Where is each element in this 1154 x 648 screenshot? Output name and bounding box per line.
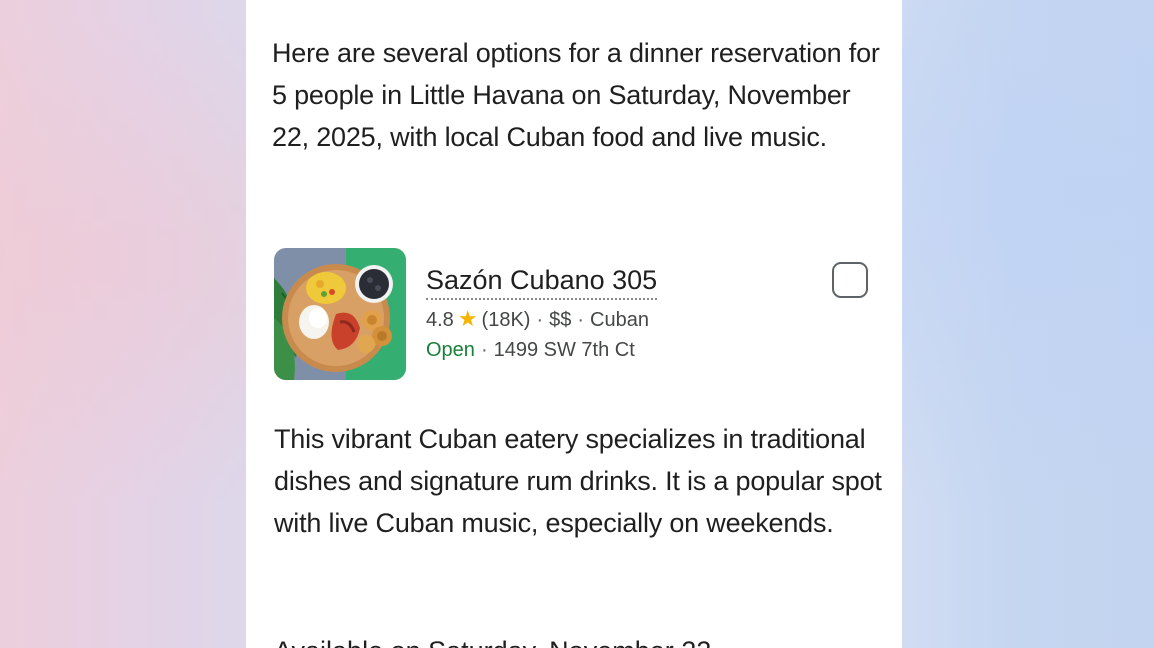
open-status: Open	[426, 339, 475, 361]
price-level: $$	[549, 309, 572, 331]
separator-dot: ·	[480, 339, 488, 361]
cuisine-type: Cuban	[590, 309, 649, 331]
restaurant-rating-row: 4.8 ★ (18K) · $$ · Cuban	[426, 304, 657, 335]
restaurant-card[interactable]: Sazón Cubano 305 4.8 ★ (18K) · $$ · Cuban Open…	[274, 248, 879, 382]
response-intro-text: Here are several options for a dinner re…	[272, 38, 880, 152]
rating-value: 4.8	[426, 309, 454, 331]
restaurant-address: 1499 SW 7th Ct	[493, 339, 635, 361]
restaurant-photo[interactable]	[274, 248, 406, 380]
restaurant-info: Sazón Cubano 305 4.8 ★ (18K) · $$ · Cuban Open…	[426, 262, 658, 365]
separator-dot: ·	[577, 309, 585, 331]
food-plate-image	[274, 248, 406, 380]
restaurant-description: This vibrant Cuban eatery specializes in…	[274, 424, 882, 538]
review-count: (18K)	[481, 309, 531, 331]
availability-text: Available on Saturday, November 22	[274, 630, 884, 648]
separator-dot: ·	[536, 309, 544, 331]
chat-response-panel: Here are several options for a dinner re…	[246, 0, 902, 648]
restaurant-name-link[interactable]: Sazón Cubano 305	[426, 262, 658, 300]
select-restaurant-checkbox[interactable]	[832, 262, 868, 298]
star-icon: ★	[457, 306, 478, 331]
restaurant-status-row: Open · 1499 SW 7th Ct	[426, 335, 657, 365]
